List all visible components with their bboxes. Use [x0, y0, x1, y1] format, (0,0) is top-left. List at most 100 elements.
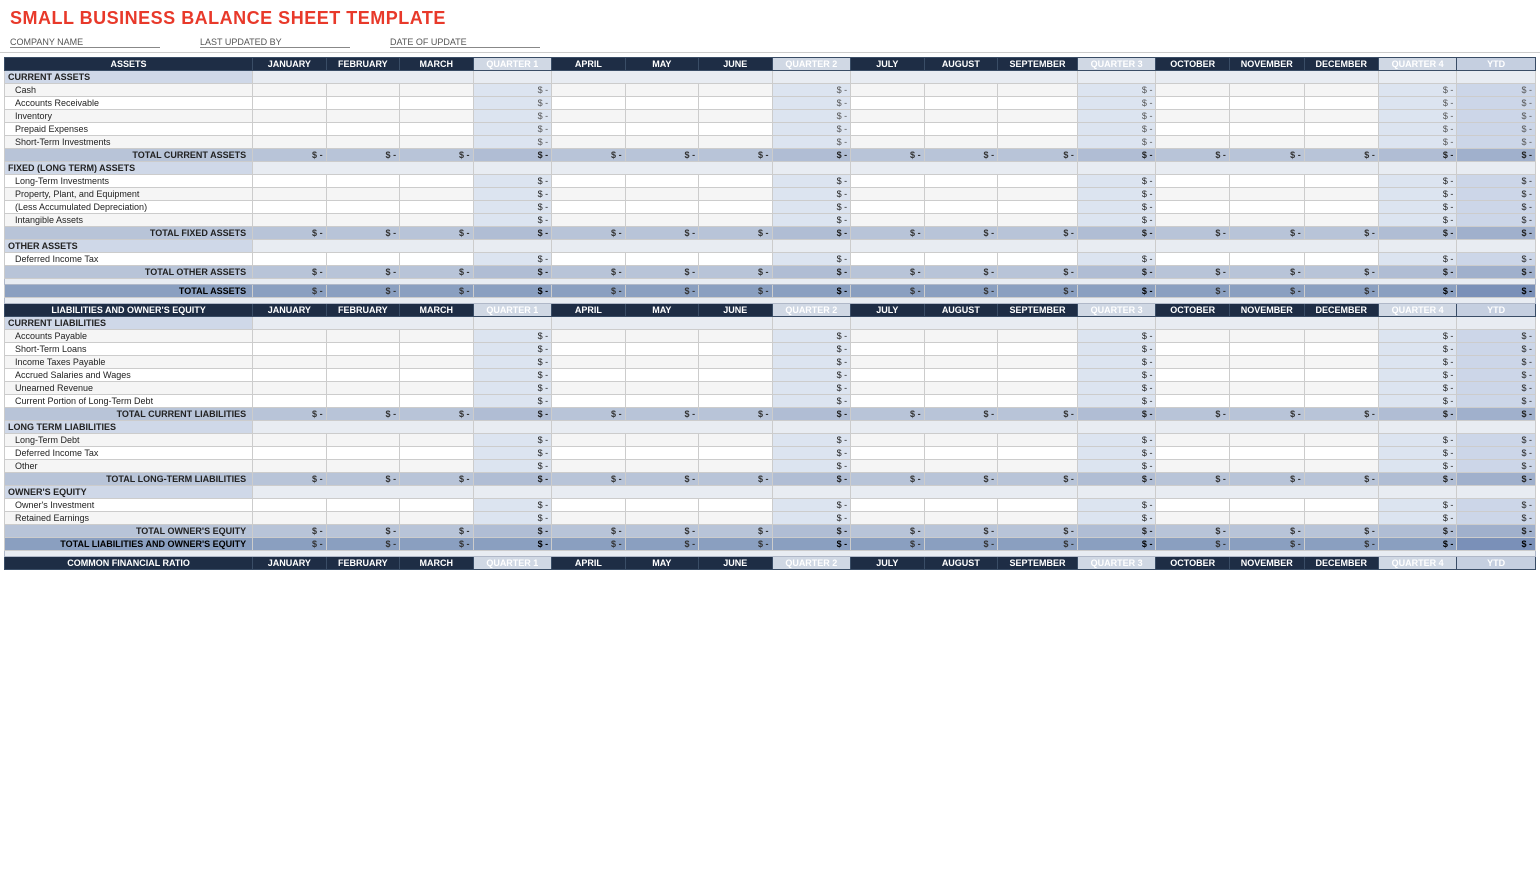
deferred-tax-assets-label: Deferred Income Tax: [5, 253, 253, 266]
cash-aug[interactable]: [924, 84, 997, 97]
cash-may[interactable]: [625, 84, 698, 97]
cash-oct[interactable]: [1156, 84, 1229, 97]
cash-feb[interactable]: [326, 84, 399, 97]
total-assets-row: TOTAL ASSETS $ - $ - $ - $ - $ - $ - $ -…: [5, 285, 1536, 298]
financial-ratio-header-row: COMMON FINANCIAL RATIO JANUARY FEBRUARY …: [5, 557, 1536, 570]
current-portion-ltd-label: Current Portion of Long-Term Debt: [5, 395, 253, 408]
jul-header: JULY: [851, 58, 924, 71]
cash-ytd: $ -: [1457, 84, 1536, 97]
income-taxes-payable-label: Income Taxes Payable: [5, 356, 253, 369]
ar-jan[interactable]: [253, 97, 326, 110]
total-current-assets-row: TOTAL CURRENT ASSETS $ - $ - $ - $ - $ -…: [5, 149, 1536, 162]
total-current-liabilities-row: TOTAL CURRENT LIABILITIES $ - $ - $ - $ …: [5, 408, 1536, 421]
short-term-loans-row: Short-Term Loans $ - $ - $ - $ - $ -: [5, 343, 1536, 356]
ar-sep[interactable]: [998, 97, 1078, 110]
short-term-loans-label: Short-Term Loans: [5, 343, 253, 356]
intangible-assets-label: Intangible Assets: [5, 214, 253, 227]
ar-dec[interactable]: [1304, 97, 1378, 110]
ar-apr[interactable]: [552, 97, 625, 110]
total-lt-liabilities-label: TOTAL LONG-TERM LIABILITIES: [5, 473, 253, 486]
inventory-label: Inventory: [5, 110, 253, 123]
liab-apr-header: APRIL: [552, 304, 625, 317]
cash-mar[interactable]: [400, 84, 473, 97]
apr-header: APRIL: [552, 58, 625, 71]
owners-equity-section: OWNER'S EQUITY: [5, 486, 1536, 499]
accounts-receivable-label: Accounts Receivable: [5, 97, 253, 110]
accounts-payable-row: Accounts Payable $ - $ - $ - $ - $ -: [5, 330, 1536, 343]
other-assets-section: OTHER ASSETS: [5, 240, 1536, 253]
liabilities-col-header: LIABILITIES AND OWNER'S EQUITY: [5, 304, 253, 317]
accounts-payable-label: Accounts Payable: [5, 330, 253, 343]
cash-label: Cash: [5, 84, 253, 97]
ar-jul[interactable]: [851, 97, 924, 110]
liab-q4-header: QUARTER 4: [1378, 304, 1457, 317]
current-portion-ltd-row: Current Portion of Long-Term Debt $ - $ …: [5, 395, 1536, 408]
financial-ratio-col-header: COMMON FINANCIAL RATIO: [5, 557, 253, 570]
cash-jun[interactable]: [699, 84, 772, 97]
liab-q2-header: QUARTER 2: [772, 304, 851, 317]
liab-aug-header: AUGUST: [924, 304, 997, 317]
ar-aug[interactable]: [924, 97, 997, 110]
short-term-investments-row: Short-Term Investments $ - $ - $ - $ - $…: [5, 136, 1536, 149]
total-liabilities-equity-label: TOTAL LIABILITIES AND OWNER'S EQUITY: [5, 538, 253, 551]
owners-investment-row: Owner's Investment $ - $ - $ - $ - $ -: [5, 499, 1536, 512]
cash-q4: $ -: [1378, 84, 1457, 97]
ar-nov[interactable]: [1229, 97, 1304, 110]
total-fixed-assets-row: TOTAL FIXED ASSETS $ - $ - $ - $ - $ - $…: [5, 227, 1536, 240]
liab-sep-header: SEPTEMBER: [998, 304, 1078, 317]
unearned-revenue-label: Unearned Revenue: [5, 382, 253, 395]
q3-header: QUARTER 3: [1077, 58, 1156, 71]
total-other-assets-label: TOTAL OTHER ASSETS: [5, 266, 253, 279]
ar-jun[interactable]: [699, 97, 772, 110]
cash-q2: $ -: [772, 84, 851, 97]
deferred-tax-assets-row: Deferred Income Tax $ - $ - $ - $ - $ -: [5, 253, 1536, 266]
long-term-debt-row: Long-Term Debt $ - $ - $ - $ - $ -: [5, 434, 1536, 447]
accounts-receivable-row: Accounts Receivable $ - $ - $ - $ - $ -: [5, 97, 1536, 110]
ppe-row: Property, Plant, and Equipment $ - $ - $…: [5, 188, 1536, 201]
liab-may-header: MAY: [625, 304, 698, 317]
ar-mar[interactable]: [400, 97, 473, 110]
liab-mar-header: MARCH: [400, 304, 473, 317]
income-taxes-payable-row: Income Taxes Payable $ - $ - $ - $ - $ -: [5, 356, 1536, 369]
assets-col-header: ASSETS: [5, 58, 253, 71]
jun-header: JUNE: [699, 58, 772, 71]
liab-feb-header: FEBRUARY: [326, 304, 399, 317]
q2-header: QUARTER 2: [772, 58, 851, 71]
total-fixed-assets-label: TOTAL FIXED ASSETS: [5, 227, 253, 240]
last-updated-label: LAST UPDATED BY: [200, 37, 350, 48]
cash-jan[interactable]: [253, 84, 326, 97]
prepaid-expenses-label: Prepaid Expenses: [5, 123, 253, 136]
owners-investment-label: Owner's Investment: [5, 499, 253, 512]
long-term-investments-label: Long-Term Investments: [5, 175, 253, 188]
mar-header: MARCH: [400, 58, 473, 71]
total-other-assets-row: TOTAL OTHER ASSETS $ - $ - $ - $ - $ - $…: [5, 266, 1536, 279]
accum-depreciation-label: (Less Accumulated Depreciation): [5, 201, 253, 214]
dec-header: DECEMBER: [1304, 58, 1378, 71]
deferred-income-tax-lt-label: Deferred Income Tax: [5, 447, 253, 460]
short-term-investments-label: Short-Term Investments: [5, 136, 253, 149]
ar-may[interactable]: [625, 97, 698, 110]
liab-q3-header: QUARTER 3: [1077, 304, 1156, 317]
other-lt-label: Other: [5, 460, 253, 473]
cash-apr[interactable]: [552, 84, 625, 97]
ar-oct[interactable]: [1156, 97, 1229, 110]
fixed-assets-label: FIXED (LONG TERM) ASSETS: [5, 162, 253, 175]
total-current-liabilities-label: TOTAL CURRENT LIABILITIES: [5, 408, 253, 421]
ar-feb[interactable]: [326, 97, 399, 110]
cash-jul[interactable]: [851, 84, 924, 97]
ytd-header: YTD: [1457, 58, 1536, 71]
accrued-salaries-label: Accrued Salaries and Wages: [5, 369, 253, 382]
total-owners-equity-label: TOTAL OWNER'S EQUITY: [5, 525, 253, 538]
cash-dec[interactable]: [1304, 84, 1378, 97]
fixed-assets-section: FIXED (LONG TERM) ASSETS: [5, 162, 1536, 175]
total-liabilities-equity-row: TOTAL LIABILITIES AND OWNER'S EQUITY $ -…: [5, 538, 1536, 551]
liab-q1-header: QUARTER 1: [473, 304, 552, 317]
intangible-assets-row: Intangible Assets $ - $ - $ - $ - $ -: [5, 214, 1536, 227]
oct-header: OCTOBER: [1156, 58, 1229, 71]
cash-nov[interactable]: [1229, 84, 1304, 97]
current-assets-section: CURRENT ASSETS: [5, 71, 1536, 84]
accum-depreciation-row: (Less Accumulated Depreciation) $ - $ - …: [5, 201, 1536, 214]
nov-header: NOVEMBER: [1229, 58, 1304, 71]
liab-jul-header: JULY: [851, 304, 924, 317]
cash-sep[interactable]: [998, 84, 1078, 97]
